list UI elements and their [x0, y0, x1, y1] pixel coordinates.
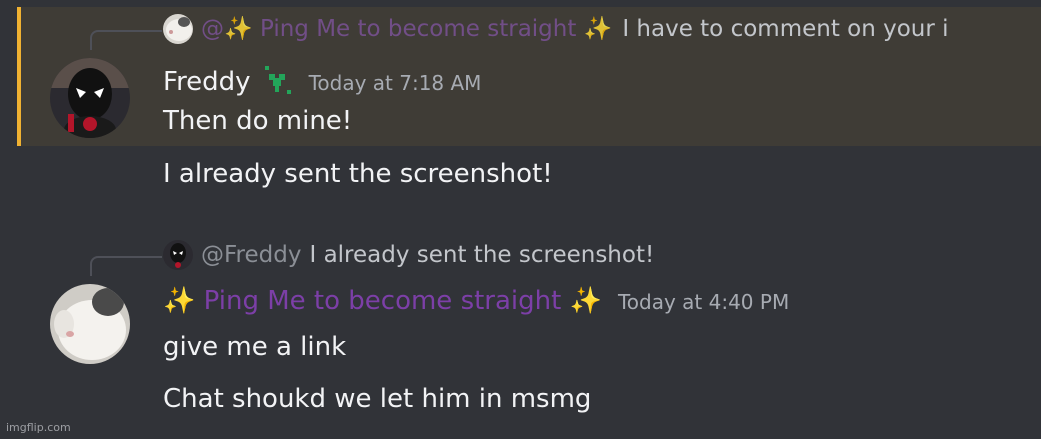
cat-avatar-icon — [163, 14, 193, 44]
message-text: I already sent the screenshot! — [163, 159, 553, 189]
author-name[interactable]: ✨ Ping Me to become straight ✨ — [163, 286, 602, 316]
reply-mention[interactable]: @Freddy — [201, 240, 301, 270]
author-avatar-cat[interactable] — [50, 284, 130, 364]
author-avatar-freddy[interactable] — [50, 58, 130, 138]
reply-preview[interactable]: @Freddy I already sent the screenshot! — [163, 240, 978, 270]
reply-text: I already sent the screenshot! — [309, 242, 655, 268]
message-header: ✨ Ping Me to become straight ✨ Today at … — [163, 286, 789, 316]
spider-man-avatar-icon — [163, 240, 193, 270]
reply-mention[interactable]: @✨ Ping Me to become straight ✨ — [201, 14, 612, 44]
cat-avatar-icon — [50, 284, 130, 364]
reply-connector — [90, 30, 162, 50]
reply-preview[interactable]: @✨ Ping Me to become straight ✨ I have t… — [163, 14, 978, 44]
message-text: Chat shoukd we let him in msmg — [163, 384, 592, 414]
message-text: Then do mine! — [163, 106, 353, 136]
plant-badge-icon — [261, 66, 293, 96]
message-text: give me a link — [163, 332, 347, 362]
reply-avatar-cat[interactable] — [163, 14, 193, 44]
mention-highlight-bar — [17, 7, 21, 146]
timestamp[interactable]: Today at 4:40 PM — [618, 290, 789, 314]
reply-avatar-spider[interactable] — [163, 240, 193, 270]
reply-connector — [90, 256, 162, 276]
message-header: Freddy Today at 7:18 AM — [163, 60, 481, 97]
watermark: imgflip.com — [6, 421, 71, 434]
timestamp[interactable]: Today at 7:18 AM — [309, 71, 482, 95]
reply-text: I have to comment on your i — [622, 16, 949, 42]
chat-view: @✨ Ping Me to become straight ✨ I have t… — [0, 0, 1041, 439]
author-name[interactable]: Freddy — [163, 67, 251, 97]
spider-man-avatar-icon — [50, 58, 130, 138]
